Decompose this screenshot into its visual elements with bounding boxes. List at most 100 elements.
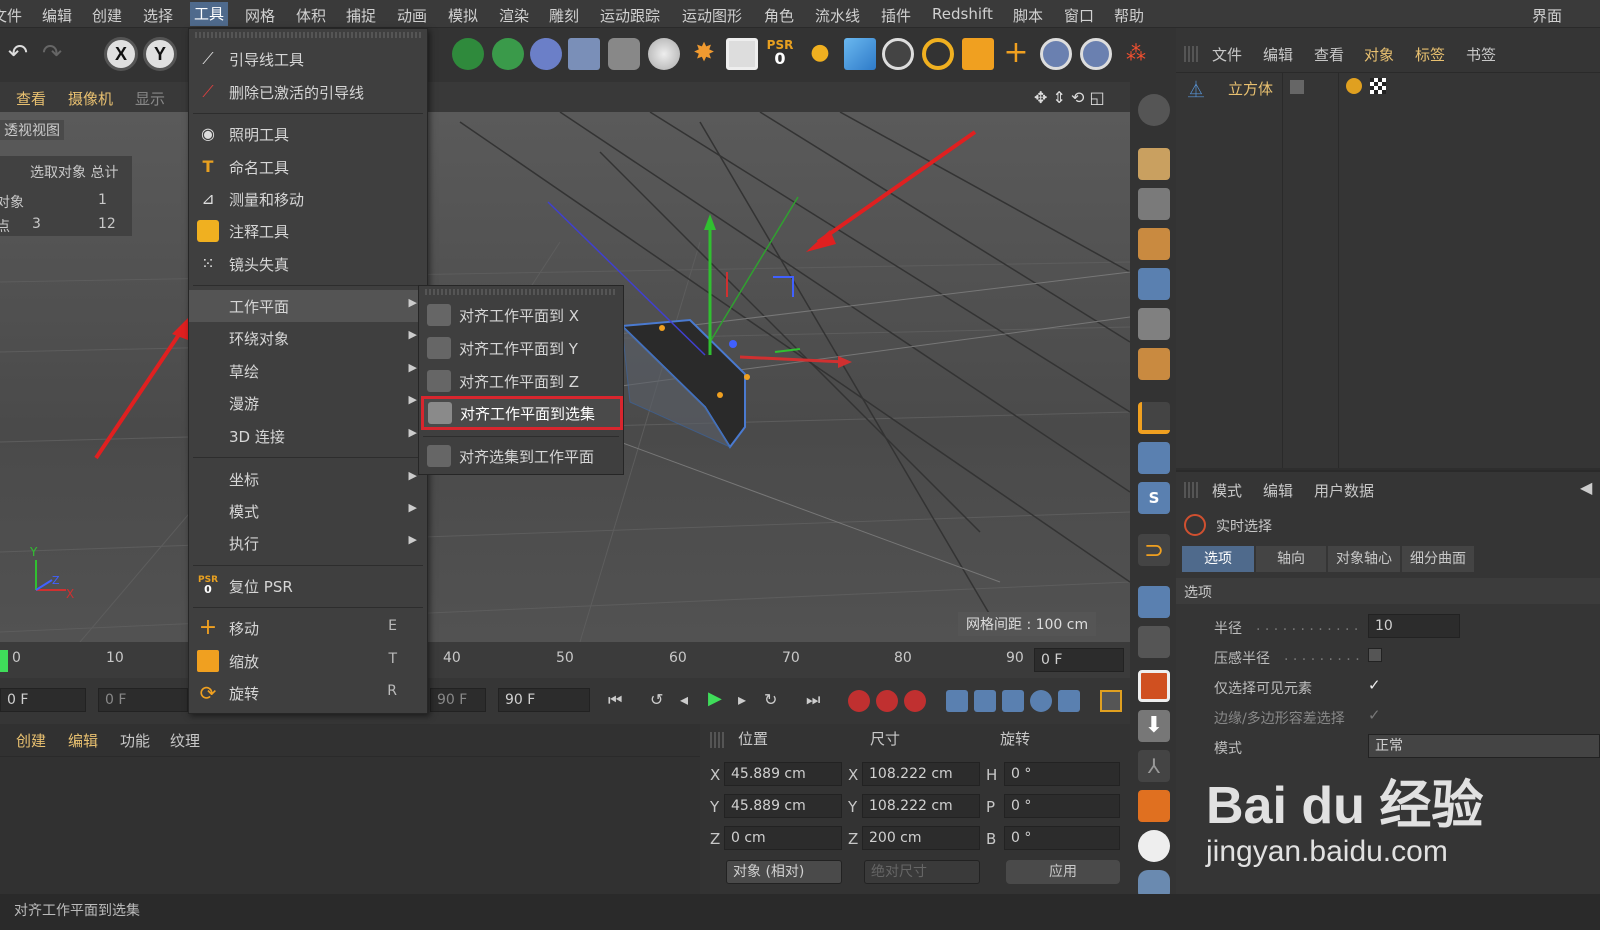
light-bulb-icon[interactable]: [648, 38, 680, 70]
panel-grip-icon[interactable]: [1184, 482, 1198, 498]
point-mode-icon[interactable]: [1138, 268, 1170, 300]
menu-pipeline[interactable]: 流水线: [815, 5, 860, 26]
layout-label[interactable]: 界面: [1532, 5, 1562, 26]
menu-mesh[interactable]: 网格: [245, 5, 275, 26]
menu-motion-tracking[interactable]: 运动跟踪: [600, 5, 660, 26]
edge-mode-icon[interactable]: [1138, 308, 1170, 340]
plane-grid-icon[interactable]: [568, 38, 600, 70]
rot-p-input[interactable]: 0 °: [1004, 794, 1120, 818]
coord-mode-select[interactable]: 对象 (相对): [726, 860, 842, 884]
palette-icon[interactable]: [1138, 94, 1170, 126]
timeline-ruler[interactable]: 0 10 40 50 60 70 80 90 0 F: [0, 642, 1130, 678]
menu-script[interactable]: 脚本: [1013, 5, 1043, 26]
rot-h-input[interactable]: 0 °: [1004, 762, 1120, 786]
subtab-options[interactable]: 选项: [1182, 546, 1254, 572]
menu-item-annotation[interactable]: 注释工具: [189, 215, 427, 247]
menu-simulate[interactable]: 模拟: [448, 5, 478, 26]
points-mode-icon[interactable]: [1138, 148, 1170, 180]
back-arrow-icon[interactable]: ◀: [1580, 478, 1592, 497]
mode-select[interactable]: 正常: [1368, 734, 1600, 758]
keyframe-help-icon[interactable]: [904, 690, 926, 712]
subtab-subdivision[interactable]: 细分曲面: [1402, 546, 1474, 572]
menu-sculpt[interactable]: 雕刻: [549, 5, 579, 26]
psr-icon[interactable]: PSR 0: [764, 38, 796, 70]
key-move-icon[interactable]: [946, 690, 968, 712]
menu-item-lens-distortion[interactable]: ⁙ 镜头失真: [189, 248, 427, 280]
menu-tearoff[interactable]: [425, 289, 617, 295]
tab-display[interactable]: 显示: [135, 88, 165, 109]
size-y-input[interactable]: 108.222 cm: [862, 794, 980, 818]
menu-character[interactable]: 角色: [764, 5, 794, 26]
timeline-window-icon[interactable]: [1100, 690, 1122, 712]
radius-input[interactable]: 10: [1368, 614, 1460, 638]
om-tab-edit[interactable]: 编辑: [1263, 44, 1293, 65]
menu-mograph[interactable]: 运动图形: [682, 5, 742, 26]
menu-volume[interactable]: 体积: [296, 5, 326, 26]
camera-icon[interactable]: [608, 38, 640, 70]
phong-tag-icon[interactable]: [1346, 78, 1362, 94]
panel-grip-icon[interactable]: [1184, 46, 1198, 62]
menu-item-delete-guides[interactable]: ⟋ 删除已激活的引导线: [189, 76, 427, 108]
submenu-align-selection-to-workplane[interactable]: 对齐选集到工作平面: [419, 441, 623, 471]
om-tab-view[interactable]: 查看: [1314, 44, 1344, 65]
prev-key-icon[interactable]: ↺: [650, 690, 663, 709]
om-tab-bookmarks[interactable]: 书签: [1466, 44, 1496, 65]
menu-item-orbit-object[interactable]: 环绕对象 ▶: [189, 322, 427, 354]
mat-tab-texture[interactable]: 纹理: [170, 730, 200, 751]
x-axis-lock-icon[interactable]: X: [104, 37, 138, 71]
undo-icon[interactable]: ↶: [2, 38, 34, 70]
select-cursor-icon[interactable]: [882, 38, 914, 70]
workplane-rotate-icon[interactable]: [1138, 626, 1170, 658]
go-start-icon[interactable]: ⏮: [608, 690, 622, 710]
magnet-snap-icon[interactable]: ⊃: [1138, 534, 1170, 566]
menu-file[interactable]: 文件: [0, 5, 22, 26]
object-name[interactable]: 立方体: [1228, 78, 1273, 99]
pressure-radius-checkbox[interactable]: [1368, 648, 1382, 662]
tab-camera[interactable]: 摄像机: [68, 88, 113, 109]
om-tab-tags[interactable]: 标签: [1415, 44, 1445, 65]
render-region-icon[interactable]: [1138, 670, 1170, 702]
key-scale-icon[interactable]: [974, 690, 996, 712]
snap-xyz-icon[interactable]: ●: [804, 38, 836, 70]
mat-tab-edit[interactable]: 编辑: [68, 730, 98, 751]
live-select-icon[interactable]: [1040, 38, 1072, 70]
submenu-align-y[interactable]: 对齐工作平面到 Y: [419, 333, 623, 363]
next-frame-icon[interactable]: ▸: [738, 690, 746, 709]
menu-item-execute[interactable]: 执行 ▶: [189, 527, 427, 559]
prev-frame-icon[interactable]: ◂: [680, 690, 688, 709]
attr-tab-mode[interactable]: 模式: [1212, 480, 1242, 501]
mat-tab-function[interactable]: 功能: [120, 730, 150, 751]
model-mode-icon[interactable]: [1138, 188, 1170, 220]
menu-item-scale[interactable]: 缩放 T: [189, 645, 427, 677]
viewport-nav-icon[interactable]: ✥ ⇕ ⟲ ◱: [1034, 88, 1105, 107]
menu-render[interactable]: 渲染: [499, 5, 529, 26]
polygon-mode-icon[interactable]: [1138, 348, 1170, 380]
subtab-axis[interactable]: 轴向: [1256, 546, 1326, 572]
menu-create[interactable]: 创建: [92, 5, 122, 26]
solo-icon[interactable]: S: [1138, 482, 1170, 514]
cube-icon[interactable]: [844, 38, 876, 70]
menu-item-rotate[interactable]: ⟳ 旋转 R: [189, 677, 427, 709]
submenu-align-to-selection[interactable]: 对齐工作平面到选集: [421, 396, 623, 430]
menu-item-move[interactable]: + 移动 E: [189, 612, 427, 644]
menu-item-measure[interactable]: ⊿ 测量和移动: [189, 183, 427, 215]
max-frame-field[interactable]: 90 F: [430, 688, 486, 712]
workplane-lock-icon[interactable]: [1138, 586, 1170, 618]
visible-only-checkbox[interactable]: ✓: [1368, 676, 1384, 694]
menu-item-coordinates[interactable]: 坐标 ▶: [189, 463, 427, 495]
pos-x-input[interactable]: 45.889 cm: [724, 762, 842, 786]
current-frame-field[interactable]: 0 F: [1034, 648, 1124, 672]
menu-item-navigation[interactable]: 漫游 ▶: [189, 387, 427, 419]
subtab-object-axis[interactable]: 对象轴心: [1328, 546, 1400, 572]
render-view-icon[interactable]: [726, 38, 758, 70]
texture-mode-icon[interactable]: [1138, 228, 1170, 260]
tab-view[interactable]: 查看: [16, 88, 46, 109]
panel-grip-icon[interactable]: [710, 732, 724, 748]
menu-animate[interactable]: 动画: [397, 5, 427, 26]
rot-b-input[interactable]: 0 °: [1004, 826, 1120, 850]
forbidden-icon[interactable]: [1138, 830, 1170, 862]
key-param-icon[interactable]: [1030, 690, 1052, 712]
menu-item-sketch[interactable]: 草绘 ▶: [189, 355, 427, 387]
menu-item-naming-tool[interactable]: T 命名工具: [189, 151, 427, 183]
layer-icon[interactable]: [1290, 80, 1304, 94]
